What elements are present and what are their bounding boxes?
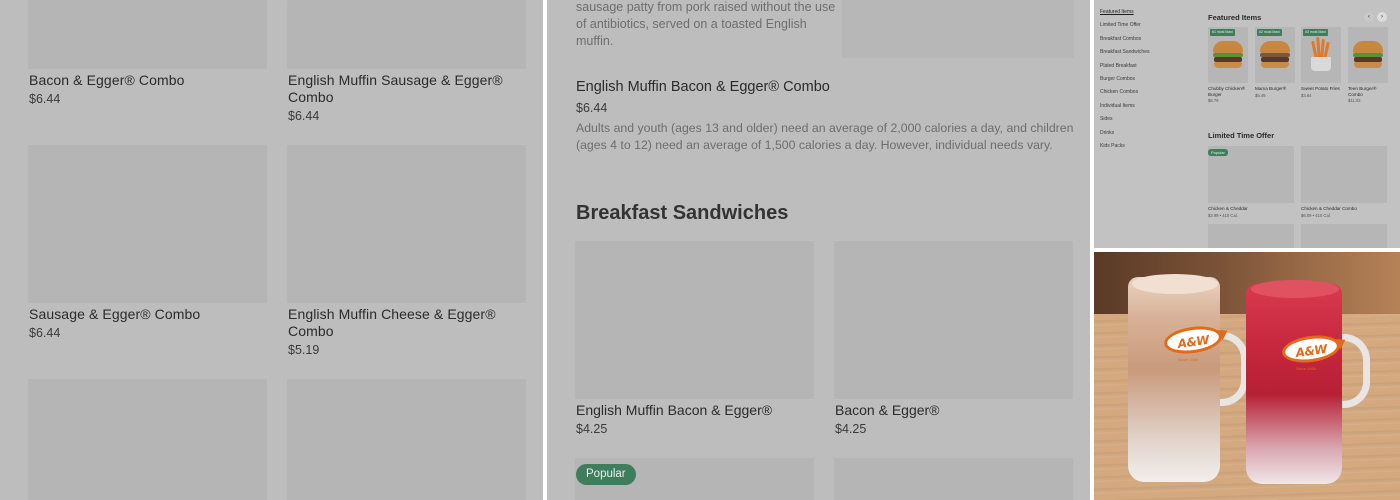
nav-item-plated-breakfast[interactable]: Plated Breakfast [1100, 62, 1149, 75]
strawberry-float-mug [1246, 284, 1342, 484]
calorie-note: Adults and youth (ages 13 and older) nee… [576, 121, 1074, 152]
mug-foam [1132, 274, 1218, 294]
menu-item-name[interactable]: English Muffin Bacon & Egger® [576, 402, 772, 418]
menu-item-price: $4.25 [576, 422, 608, 436]
burger-icon [1213, 39, 1243, 69]
featured-card-name: Chubby Chicken® Burger [1208, 86, 1246, 97]
detail-title: English Muffin Bacon & Egger® Combo [576, 79, 830, 95]
lto-card[interactable]: Popular Chicken & Cheddar $3.99 • 410 Ca… [1208, 146, 1294, 218]
menu-item[interactable]: English Muffin Sausage & Egger® Combo $6… [288, 72, 513, 123]
rank-tag: #2 most liked [1257, 29, 1282, 36]
featured-card-image [1348, 27, 1388, 83]
burger-icon [1260, 39, 1290, 69]
featured-card-image: #1 most liked [1208, 27, 1248, 83]
item-description: sausage patty from pork raised without t… [576, 0, 836, 48]
featured-card[interactable]: #2 most liked Mama Burger® $5.49 [1255, 27, 1295, 98]
menu-item-price: $6.44 [29, 326, 61, 340]
since-text: Since 1956 [1296, 366, 1317, 371]
lto-heading: Limited Time Offer [1208, 131, 1275, 140]
nav-item-breakfast-combos[interactable]: Breakfast Combos [1100, 35, 1149, 48]
featured-card-price: $11.03 [1348, 98, 1361, 103]
featured-card-name: Teen Burger® Combo [1348, 86, 1377, 97]
since-text: Since 1956 [1178, 357, 1199, 362]
lto-card-name: Chicken & Cheddar Combo [1301, 206, 1357, 211]
nav-item-limited-time-offer[interactable]: Limited Time Offer [1100, 21, 1149, 34]
detail-price: $6.44 [576, 101, 608, 115]
lto-card-image[interactable] [1301, 224, 1387, 248]
lto-card-price: $6.09 • 410 Cal. [1301, 213, 1331, 218]
nav-item-burger-combos[interactable]: Burger Combos [1100, 75, 1149, 88]
desktop-menu-panel: Featured Items Limited Time Offer Breakf… [1094, 0, 1400, 248]
item-image [842, 0, 1074, 58]
featured-card-image: #3 most liked [1301, 27, 1341, 83]
featured-card[interactable]: Teen Burger® Combo $11.03 [1348, 27, 1388, 103]
menu-item-price: $6.44 [288, 109, 320, 123]
rank-tag: #1 most liked [1210, 29, 1235, 36]
nav-item-breakfast-sandwiches[interactable]: Breakfast Sandwiches [1100, 48, 1149, 61]
featured-card-image: #2 most liked [1255, 27, 1295, 83]
lto-card[interactable]: Chicken & Cheddar Combo $6.09 • 410 Cal. [1301, 146, 1387, 218]
menu-item-price: $4.25 [835, 422, 867, 436]
nav-item-drinks[interactable]: Drinks [1100, 129, 1149, 142]
carousel-next-icon[interactable]: › [1377, 12, 1387, 22]
popular-badge: Popular [576, 464, 636, 485]
lto-card-price: $3.99 • 410 Cal. [1208, 213, 1238, 218]
menu-item-image[interactable] [834, 241, 1073, 399]
nav-item-sides[interactable]: Sides [1100, 115, 1149, 128]
menu-item-image[interactable] [287, 0, 526, 69]
item-detail-panel: sausage patty from pork raised without t… [547, 0, 1090, 500]
featured-card[interactable]: #1 most liked Chubby Chicken® Burger $6.… [1208, 27, 1248, 103]
menu-item-price: $6.44 [29, 92, 61, 106]
menu-item-name: English Muffin Sausage & Egger® Combo [288, 72, 503, 105]
menu-item-name: Bacon & Egger® Combo [29, 72, 185, 88]
menu-item-name: English Muffin Cheese & Egger® Combo [288, 306, 496, 339]
featured-card-price: $3.64 [1301, 92, 1312, 98]
category-nav: Featured Items Limited Time Offer Breakf… [1100, 8, 1149, 155]
menu-item-image[interactable] [575, 241, 814, 399]
menu-item-image[interactable] [834, 458, 1073, 500]
featured-card-name: Mama Burger® [1255, 86, 1287, 91]
root-beer-float-mug [1128, 277, 1220, 482]
featured-card[interactable]: #3 most liked Sweet Potato Fries $3.64 [1301, 27, 1341, 98]
nav-item-individual-items[interactable]: Individual Items [1100, 102, 1149, 115]
featured-card-name: Sweet Potato Fries [1301, 86, 1340, 91]
section-heading: Breakfast Sandwiches [576, 202, 789, 224]
menu-item[interactable]: Bacon & Egger® Combo $6.44 [29, 72, 268, 106]
menu-item-image[interactable] [287, 145, 526, 303]
nav-item-featured-items[interactable]: Featured Items [1100, 8, 1149, 21]
left-menu-grid: Bacon & Egger® Combo $6.44 English Muffi… [0, 0, 543, 500]
menu-item-image[interactable] [287, 379, 526, 500]
featured-card-price: $6.79 [1208, 98, 1219, 103]
menu-item-image[interactable] [28, 379, 267, 500]
burger-icon [1353, 39, 1383, 69]
rank-tag: #3 most liked [1303, 29, 1328, 36]
mug-foam [1251, 280, 1339, 298]
menu-item[interactable]: English Muffin Cheese & Egger® Combo $5.… [288, 306, 513, 357]
lto-card-image: Popular [1208, 146, 1294, 203]
featured-card-price: $5.49 [1255, 92, 1266, 98]
lto-card-name: Chicken & Cheddar [1208, 206, 1248, 211]
nav-item-chicken-combos[interactable]: Chicken Combos [1100, 88, 1149, 101]
menu-item-name[interactable]: Bacon & Egger® [835, 402, 940, 418]
menu-item-image[interactable] [28, 0, 267, 69]
fries-icon [1308, 36, 1334, 71]
carousel-prev-icon[interactable]: ‹ [1364, 12, 1374, 22]
root-beer-photo: A&W Since 1956 A&W Since 1956 [1094, 252, 1400, 500]
menu-item-image[interactable] [28, 145, 267, 303]
popular-badge: Popular [1208, 149, 1228, 156]
nav-item-kids-packs[interactable]: Kids Packs [1100, 142, 1149, 155]
menu-item-name: Sausage & Egger® Combo [29, 306, 201, 322]
featured-heading: Featured Items [1208, 13, 1262, 22]
lto-card-image[interactable] [1208, 224, 1294, 248]
menu-item[interactable]: Sausage & Egger® Combo $6.44 [29, 306, 268, 340]
lto-card-image [1301, 146, 1387, 203]
menu-item-price: $5.19 [288, 343, 320, 357]
